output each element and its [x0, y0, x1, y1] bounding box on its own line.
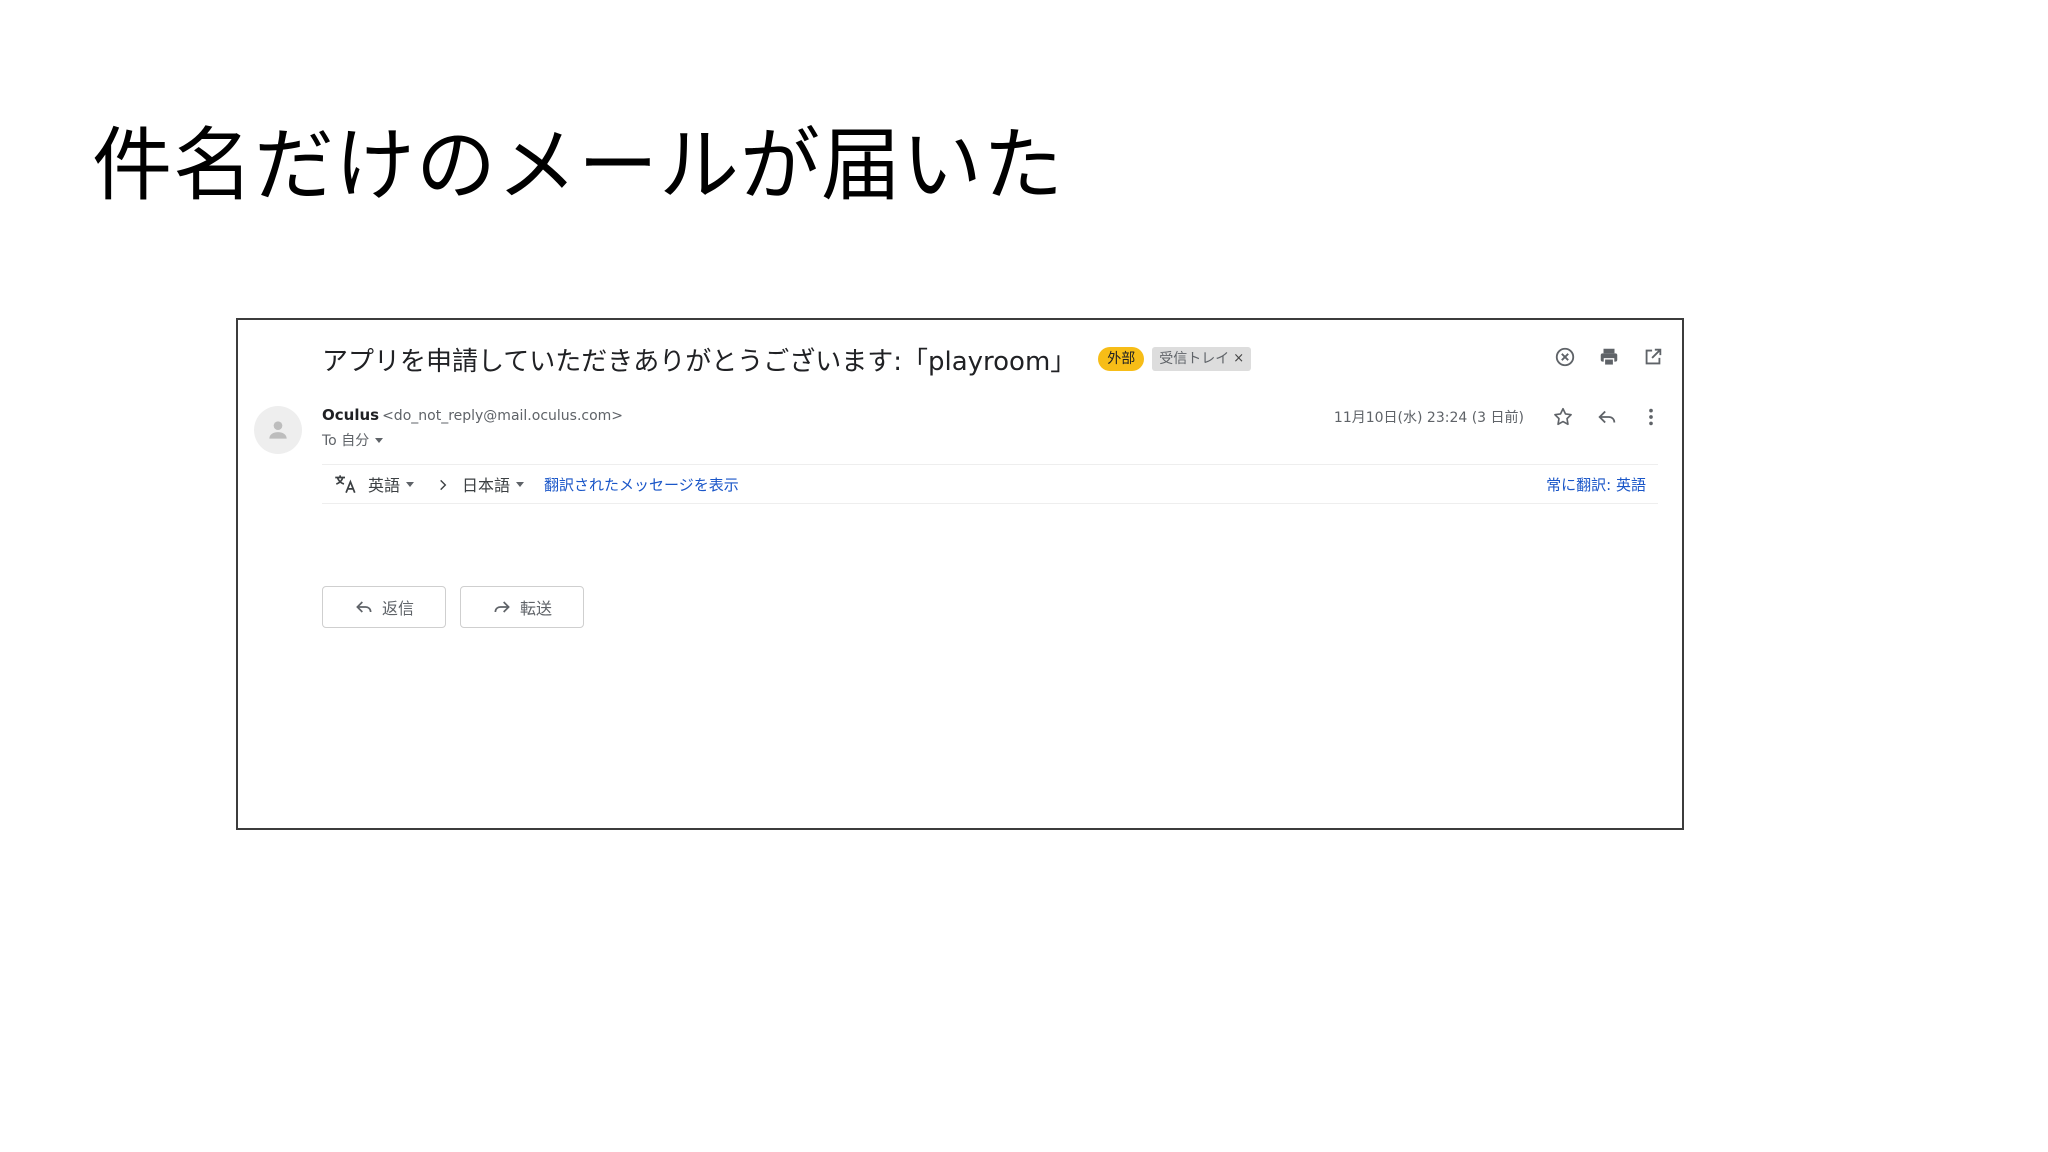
email-subject: アプリを申請していただきありがとうございます:「playroom」 [322, 346, 1077, 377]
reply-icon [356, 601, 372, 613]
inbox-label-text: 受信トレイ [1159, 351, 1230, 367]
sender-block: Oculus <do_not_reply@mail.oculus.com> To … [322, 406, 623, 450]
translate-bar: 英語 日本語 翻訳されたメッセージを表示 常に翻訳: 英語 [322, 464, 1658, 504]
star-icon[interactable] [1552, 406, 1574, 428]
subject-toolbar [1554, 346, 1664, 368]
more-vert-icon[interactable] [1640, 406, 1662, 428]
action-buttons: 返信 転送 [322, 586, 584, 628]
external-label: 外部 [1098, 347, 1145, 371]
chevron-down-icon [516, 481, 525, 487]
target-language-label: 日本語 [462, 476, 511, 495]
forward-icon [494, 601, 510, 613]
message-date: 11月10日(水) 23:24 (3 日前) [1333, 410, 1524, 426]
email-screenshot: アプリを申請していただきありがとうございます:「playroom」 外部 受信ト… [236, 318, 1684, 830]
forward-button[interactable]: 転送 [460, 586, 584, 628]
inbox-label-remove-button[interactable]: × [1233, 350, 1244, 368]
chevron-down-icon [375, 437, 384, 443]
forward-button-label: 転送 [519, 599, 552, 618]
show-translated-link[interactable]: 翻訳されたメッセージを表示 [544, 474, 739, 495]
message-meta: 11月10日(水) 23:24 (3 日前) [1334, 406, 1662, 428]
chevron-right-icon [436, 477, 450, 491]
source-language-label: 英語 [368, 476, 401, 495]
always-translate-link[interactable]: 常に翻訳: 英語 [1546, 474, 1646, 495]
sender-name: Oculus [322, 406, 380, 424]
translate-icon [332, 471, 358, 497]
person-icon [269, 421, 287, 439]
chevron-down-icon [406, 481, 415, 487]
recipient-label: To 自分 [322, 433, 370, 449]
avatar [254, 406, 302, 454]
reply-button-label: 返信 [381, 599, 414, 618]
open-in-new-icon[interactable] [1642, 346, 1664, 368]
subject-row: アプリを申請していただきありがとうございます:「playroom」 外部 受信ト… [322, 334, 1662, 384]
target-language-select[interactable]: 日本語 [462, 472, 525, 496]
sender-email: <do_not_reply@mail.oculus.com> [382, 408, 624, 424]
recipient-dropdown[interactable]: To 自分 [322, 430, 623, 450]
reply-icon[interactable] [1596, 406, 1618, 428]
reply-button[interactable]: 返信 [322, 586, 446, 628]
slide: 件名だけのメールが届いた アプリを申請していただきありがとうございます:「pla… [0, 0, 2048, 1152]
source-language-select[interactable]: 英語 [368, 472, 415, 496]
inbox-label: 受信トレイ × [1152, 347, 1252, 371]
close-circle-icon[interactable] [1554, 346, 1576, 368]
slide-title: 件名だけのメールが届いた [92, 119, 1064, 212]
sender-line: Oculus <do_not_reply@mail.oculus.com> [322, 406, 623, 424]
print-icon[interactable] [1598, 346, 1620, 368]
